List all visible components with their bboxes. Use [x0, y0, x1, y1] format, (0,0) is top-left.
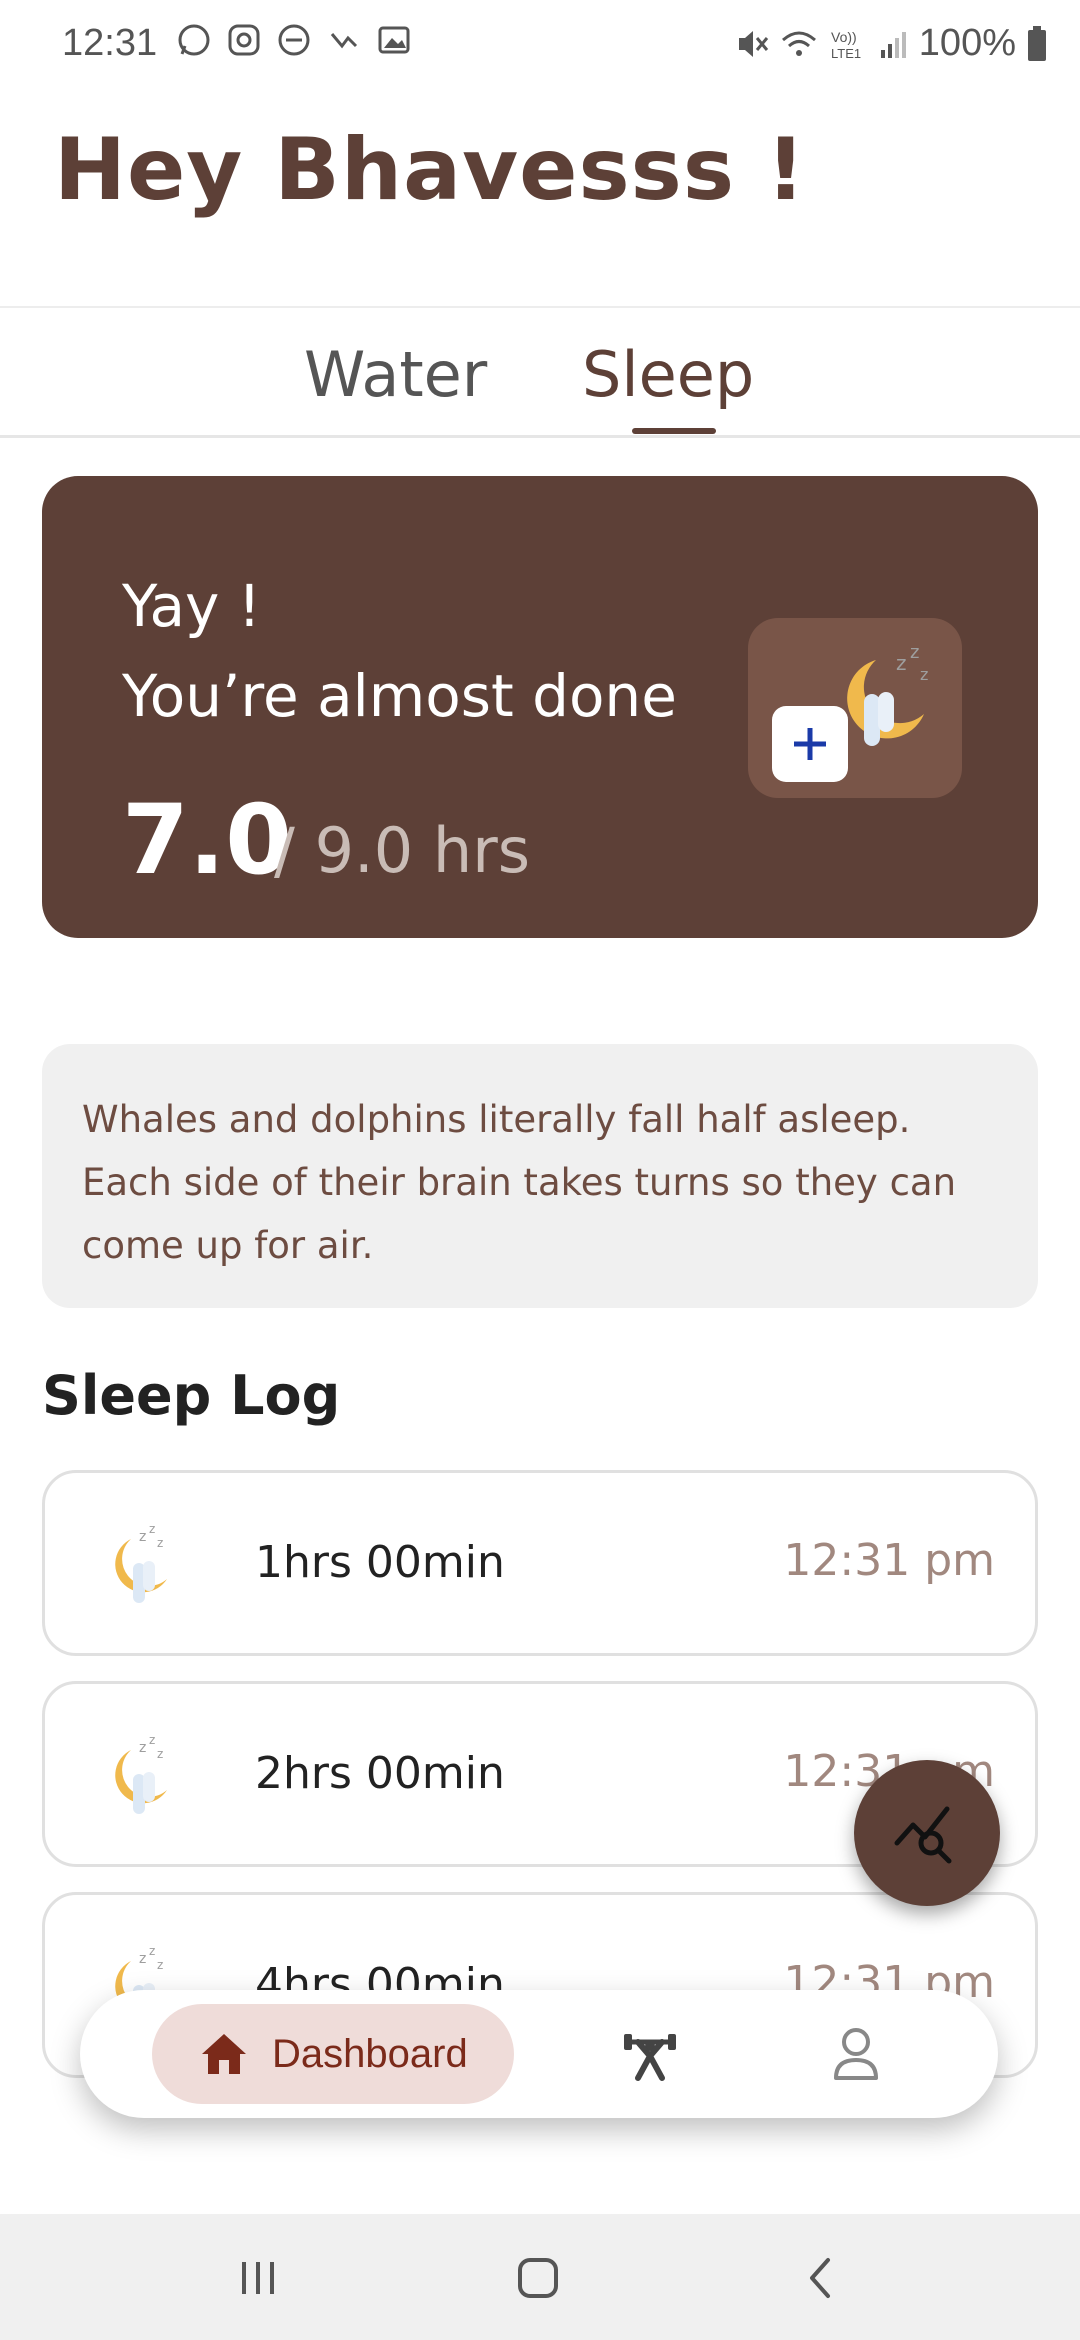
plus-icon	[794, 728, 826, 760]
status-bar: 12:31 Vo)) LTE1 100%	[0, 0, 1080, 86]
home-icon	[202, 2034, 246, 2074]
svg-text:z: z	[896, 651, 907, 675]
sleep-target-value: / 9.0 hrs	[274, 814, 530, 887]
greeting-title: Hey Bhavesss !	[54, 120, 807, 220]
wifi-icon	[781, 31, 816, 56]
nav-workout[interactable]	[620, 2024, 680, 2088]
svg-text:z: z	[149, 1522, 155, 1536]
svg-text:z: z	[149, 1944, 155, 1958]
sleep-moon-icon: z z z	[115, 1522, 167, 1603]
sleep-insights-button[interactable]	[854, 1760, 1000, 1906]
svg-text:LTE1: LTE1	[831, 46, 861, 61]
plus-button[interactable]	[772, 706, 848, 782]
svg-text:z: z	[910, 642, 919, 663]
system-navigation-bar	[0, 2214, 1080, 2340]
instagram-icon	[228, 24, 260, 56]
svg-text:z: z	[149, 1733, 155, 1747]
notification-icons	[176, 22, 412, 58]
sleep-log-duration: 1hrs 00min	[255, 1537, 505, 1588]
svg-text:z: z	[157, 1747, 163, 1761]
summary-headline: Yay !	[122, 572, 261, 640]
svg-text:z: z	[157, 1958, 163, 1972]
profile-icon	[834, 2028, 878, 2080]
status-time: 12:31	[62, 22, 158, 64]
home-nav-icon[interactable]	[514, 2254, 562, 2302]
chart-search-icon	[894, 1806, 952, 1864]
recent-apps-icon[interactable]	[234, 2254, 282, 2302]
bottom-navigation: Dashboard	[80, 1990, 998, 2118]
battery-icon	[1028, 25, 1046, 61]
sleep-fact-text: Whales and dolphins literally fall half …	[82, 1098, 957, 1267]
sleep-moon-icon: z z z	[115, 1733, 167, 1814]
sleep-fact-card: Whales and dolphins literally fall half …	[42, 1044, 1038, 1308]
system-status-icons: Vo)) LTE1 100%	[735, 22, 1048, 65]
nav-dashboard-label: Dashboard	[272, 2031, 468, 2076]
dnd-icon	[278, 24, 310, 56]
tab-water[interactable]: Water	[304, 338, 487, 411]
battery-percentage: 100%	[918, 22, 1016, 64]
svg-text:z: z	[139, 1740, 146, 1756]
signal-icon	[880, 31, 906, 58]
tab-indicator	[632, 428, 716, 434]
workout-icon	[624, 2034, 676, 2081]
sleep-log-time: 12:31 pm	[783, 1535, 995, 1586]
volte-icon: Vo))LTE1	[831, 29, 861, 61]
mute-icon	[738, 30, 768, 57]
svg-text:z: z	[157, 1536, 163, 1550]
tab-sleep[interactable]: Sleep	[582, 338, 754, 411]
nav-dashboard[interactable]: Dashboard	[152, 2004, 514, 2104]
svg-text:z: z	[920, 665, 928, 684]
nav-profile[interactable]	[828, 2024, 884, 2088]
missed-call-icon	[330, 33, 358, 49]
svg-text:Vo)): Vo))	[831, 29, 857, 45]
tab-bar: Water Sleep	[0, 306, 1080, 438]
back-icon[interactable]	[796, 2254, 844, 2302]
sleep-log-item[interactable]: z z z 1hrs 00min 12:31 pm	[42, 1470, 1038, 1656]
sleep-log-duration: 2hrs 00min	[255, 1748, 505, 1799]
svg-text:z: z	[139, 1529, 146, 1545]
whatsapp-icon	[178, 24, 210, 56]
add-sleep-button[interactable]: z z z	[748, 618, 962, 798]
svg-text:z: z	[139, 1951, 146, 1967]
sleep-current-value: 7.0	[122, 784, 293, 896]
sleep-summary-card: Yay ! You’re almost done 7.0 / 9.0 hrs z…	[42, 476, 1038, 938]
gallery-icon	[378, 26, 410, 54]
summary-subheadline: You’re almost done	[122, 662, 677, 730]
sleep-log-title: Sleep Log	[42, 1364, 341, 1427]
